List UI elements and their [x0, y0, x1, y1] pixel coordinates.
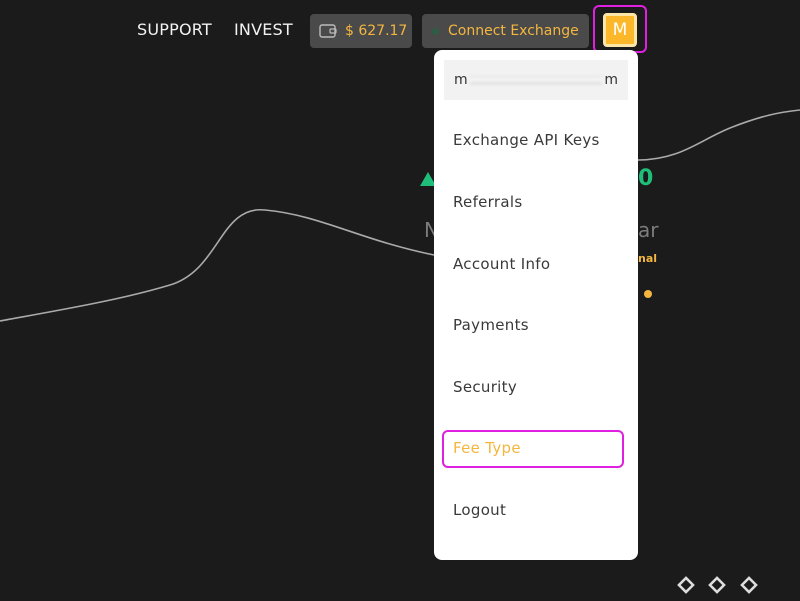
- background-line-chart: [0, 109, 800, 594]
- email-end: m: [604, 72, 618, 88]
- email-start: m: [454, 72, 468, 88]
- status-dot: [644, 290, 652, 298]
- menu-item-payments[interactable]: Payments: [453, 316, 529, 334]
- balance-value: $ 627.17: [345, 23, 408, 39]
- connect-exchange-button[interactable]: Connect Exchange: [422, 14, 589, 48]
- diamond-icon: [740, 576, 758, 594]
- avatar: M: [603, 13, 637, 47]
- menu-item-fee-type[interactable]: Fee Type: [453, 439, 521, 457]
- menu-item-security[interactable]: Security: [453, 378, 517, 396]
- wallet-balance-button[interactable]: $ 627.17: [310, 14, 412, 48]
- wallet-icon: [319, 24, 337, 38]
- nav-support[interactable]: SUPPORT: [137, 20, 212, 39]
- status-dot-icon: [432, 27, 439, 35]
- menu-item-account-info[interactable]: Account Info: [453, 255, 550, 273]
- bg-value: 0: [638, 166, 654, 191]
- bg-tag: nal: [638, 252, 658, 265]
- nav-invest[interactable]: INVEST: [234, 20, 293, 39]
- diamond-icon: [708, 576, 726, 594]
- diamond-icon: [677, 576, 695, 594]
- user-email-blurred: mm: [444, 60, 628, 100]
- bg-text: ar: [638, 218, 659, 242]
- menu-item-exchange-api-keys[interactable]: Exchange API Keys: [453, 131, 600, 149]
- menu-item-logout[interactable]: Logout: [453, 501, 506, 519]
- avatar-button[interactable]: M: [593, 5, 647, 53]
- connect-label: Connect Exchange: [448, 23, 579, 39]
- menu-item-referrals[interactable]: Referrals: [453, 193, 522, 211]
- account-dropdown-menu: mm Exchange API Keys Referrals Account I…: [434, 50, 638, 560]
